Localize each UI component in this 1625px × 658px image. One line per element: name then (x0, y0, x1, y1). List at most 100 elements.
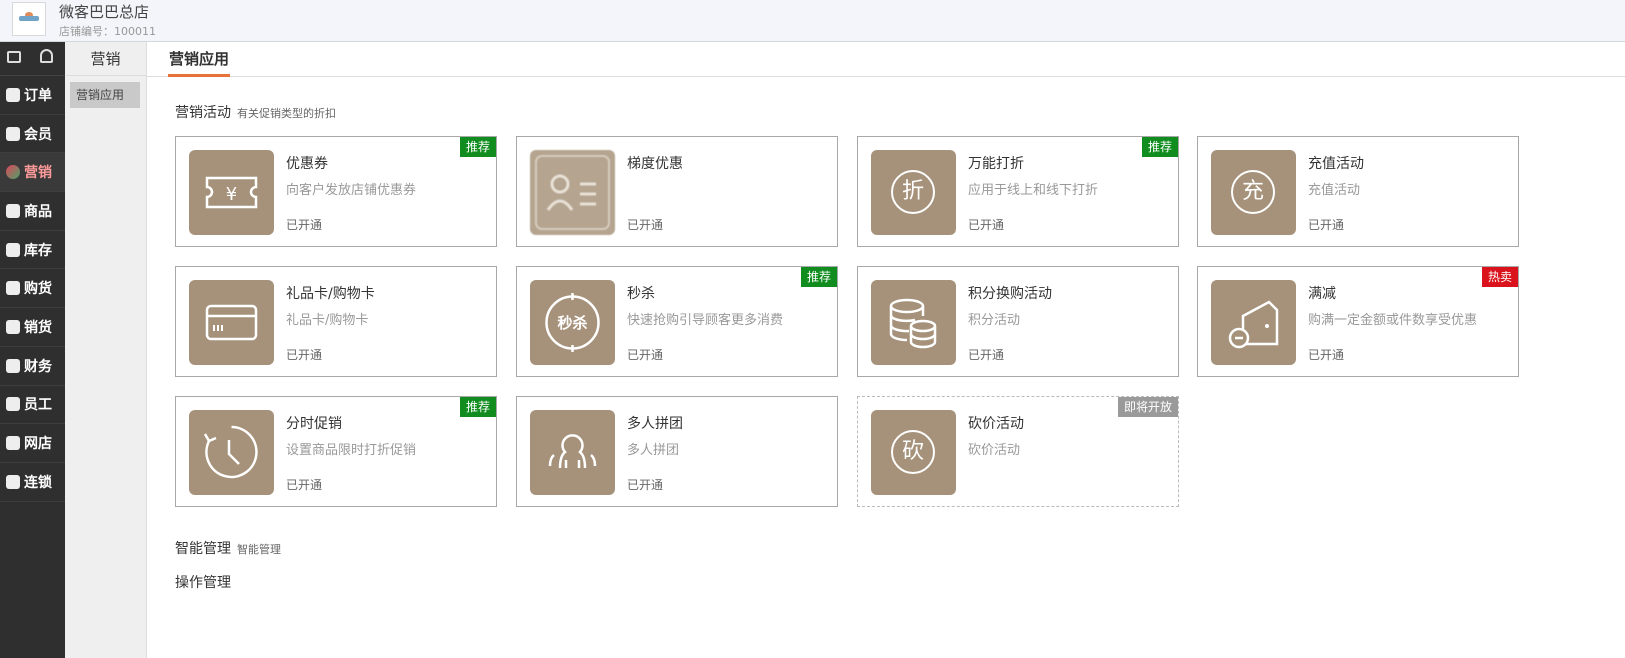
toolbox-icon[interactable] (7, 51, 21, 63)
sidebar-item-goods[interactable]: 商品 (0, 192, 65, 231)
id-card-icon (530, 150, 615, 235)
tab-bar: 营销应用 (147, 42, 1625, 77)
main-sidebar: 订单 会员 营销 商品 库存 购货 销货 财务 员工 网店 连锁 (0, 42, 65, 658)
card-status: 已开通 (1308, 218, 1345, 232)
card-title: 分时促销 (286, 416, 342, 432)
recommend-badge: 推荐 (800, 267, 837, 287)
card-desc: 购满一定金额或件数享受优惠 (1308, 313, 1478, 328)
bell-icon[interactable] (40, 49, 53, 63)
card-title: 礼品卡/购物卡 (286, 286, 375, 302)
section-activities: 营销活动 有关促销类型的折扣 (175, 105, 336, 121)
recommend-badge: 推荐 (459, 397, 496, 417)
sidebar-item-inventory[interactable]: 库存 (0, 231, 65, 270)
sidebar-item-marketing[interactable]: 营销 (0, 153, 65, 193)
card-bargain[interactable]: 砍 砍价活动 砍价活动 即将开放 (857, 396, 1179, 507)
card-status: 已开通 (286, 218, 323, 232)
recommend-badge: 推荐 (459, 137, 496, 157)
card-desc: 礼品卡/购物卡 (286, 313, 369, 328)
card-status: 已开通 (968, 218, 1005, 232)
card-status: 已开通 (1308, 348, 1345, 362)
top-header: 微客巴巴总店 店铺编号：100011 (0, 0, 1625, 42)
card-title: 砍价活动 (968, 416, 1024, 432)
card-recharge[interactable]: 充 充值活动 充值活动 已开通 (1197, 136, 1519, 247)
coupon-icon: ¥ (189, 150, 274, 235)
sidebar-top-tools (0, 42, 65, 76)
shop-id: 店铺编号：100011 (59, 25, 156, 38)
timer-icon (189, 410, 274, 495)
chain-icon (6, 474, 20, 489)
shop-name: 微客巴巴总店 (59, 3, 150, 21)
card-desc: 积分活动 (968, 313, 1021, 328)
card-status: 已开通 (286, 478, 323, 492)
hot-badge: 热卖 (1481, 267, 1518, 287)
card-desc: 多人拼团 (627, 443, 680, 458)
section-smart-management: 智能管理 智能管理 (175, 541, 281, 557)
inventory-icon (6, 242, 20, 257)
card-tiered-discount[interactable]: 梯度优惠 已开通 (516, 136, 838, 247)
card-title: 多人拼团 (627, 416, 683, 432)
svg-text:¥: ¥ (226, 184, 237, 205)
card-title: 积分换购活动 (968, 286, 1052, 302)
wallet-icon (1211, 280, 1296, 365)
card-status: 已开通 (627, 218, 664, 232)
card-title: 充值活动 (1308, 156, 1364, 172)
card-universal-discount[interactable]: 折 万能打折 应用于线上和线下打折 已开通 推荐 (857, 136, 1179, 247)
section-activities-subtitle: 有关促销类型的折扣 (237, 107, 336, 120)
goods-icon (6, 203, 20, 218)
subnav-item-marketing-apps[interactable]: 营销应用 (70, 82, 140, 108)
sidebar-item-finance[interactable]: 财务 (0, 347, 65, 386)
sub-sidebar: 营销 营销应用 (65, 42, 147, 658)
card-status: 已开通 (627, 478, 664, 492)
card-title: 满减 (1308, 286, 1336, 302)
recharge-icon: 充 (1211, 150, 1296, 235)
order-icon (6, 87, 20, 102)
card-desc: 应用于线上和线下打折 (968, 183, 1099, 198)
card-desc: 向客户发放店铺优惠券 (286, 183, 417, 198)
sidebar-item-chain[interactable]: 连锁 (0, 463, 65, 502)
coming-soon-badge: 即将开放 (1117, 397, 1178, 417)
card-group-buy[interactable]: 多人拼团 多人拼团 已开通 (516, 396, 838, 507)
shop-logo (12, 2, 46, 36)
points-icon (871, 280, 956, 365)
card-desc: 快速抢购引导顾客更多消费 (627, 313, 784, 328)
card-desc: 砍价活动 (968, 443, 1021, 458)
card-status: 已开通 (627, 348, 664, 362)
section-operation-management: 操作管理 (175, 575, 231, 591)
sidebar-item-sales[interactable]: 销货 (0, 308, 65, 347)
card-coupon[interactable]: ¥ 优惠券 向客户发放店铺优惠券 已开通 推荐 (175, 136, 497, 247)
sidebar-item-staff[interactable]: 员工 (0, 386, 65, 425)
sidebar-item-orders[interactable]: 订单 (0, 76, 65, 115)
card-status: 已开通 (968, 348, 1005, 362)
group-icon (530, 410, 615, 495)
recommend-badge: 推荐 (1141, 137, 1178, 157)
card-desc: 设置商品限时打折促销 (286, 443, 417, 458)
card-title: 秒杀 (627, 286, 655, 302)
card-flash-sale[interactable]: 秒杀 秒杀 快速抢购引导顾客更多消费 已开通 推荐 (516, 266, 838, 377)
tab-marketing-apps[interactable]: 营销应用 (168, 42, 231, 77)
card-title: 梯度优惠 (627, 156, 683, 172)
member-icon (6, 126, 20, 141)
discount-icon: 折 (871, 150, 956, 235)
gift-card-icon (189, 280, 274, 365)
card-status: 已开通 (286, 348, 323, 362)
sales-icon (6, 319, 20, 334)
bargain-icon: 砍 (871, 410, 956, 495)
card-desc: 充值活动 (1308, 183, 1361, 198)
sidebar-item-webshop[interactable]: 网店 (0, 424, 65, 463)
flash-sale-icon: 秒杀 (530, 280, 615, 365)
marketing-icon (6, 165, 20, 180)
card-timed-promotion[interactable]: 分时促销 设置商品限时打折促销 已开通 推荐 (175, 396, 497, 507)
card-gift-card[interactable]: 礼品卡/购物卡 礼品卡/购物卡 已开通 (175, 266, 497, 377)
sidebar-item-members[interactable]: 会员 (0, 115, 65, 154)
card-title: 优惠券 (286, 156, 328, 172)
subnav-title: 营销 (65, 42, 146, 76)
section-smart-subtitle: 智能管理 (237, 543, 281, 556)
card-points-exchange[interactable]: 积分换购活动 积分活动 已开通 (857, 266, 1179, 377)
finance-icon (6, 358, 20, 373)
staff-icon (6, 397, 20, 412)
webshop-icon (6, 436, 20, 451)
purchase-icon (6, 281, 20, 296)
sidebar-item-purchase[interactable]: 购货 (0, 269, 65, 309)
card-title: 万能打折 (968, 156, 1024, 172)
card-full-reduction[interactable]: 满减 购满一定金额或件数享受优惠 已开通 热卖 (1197, 266, 1519, 377)
